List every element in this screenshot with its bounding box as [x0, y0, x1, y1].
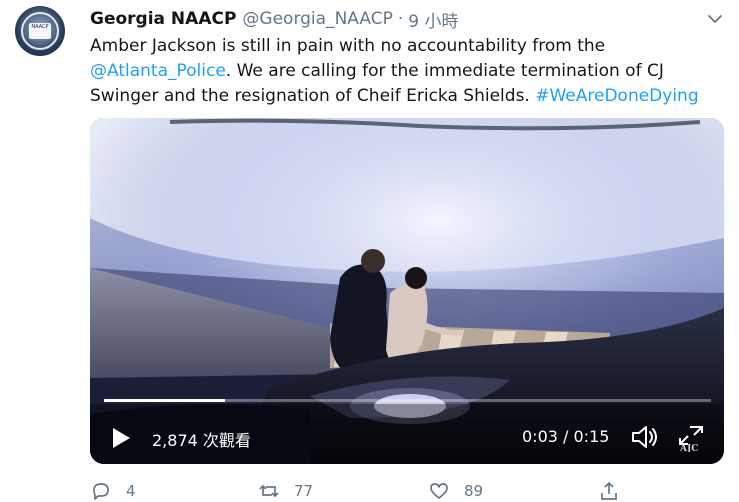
tweet-actions: 4 77 89 — [0, 478, 739, 500]
like-count: 89 — [464, 482, 484, 500]
tweet-text-part-3: Swinger and the resignation of Cheif Eri… — [90, 86, 536, 106]
reply-count: 4 — [126, 482, 136, 500]
retweet-count: 77 — [294, 482, 314, 500]
separator-dot: · — [397, 9, 404, 29]
tweet-text-part-1: is still in pain with no accountability … — [216, 36, 606, 56]
svg-text:AJC: AJC — [679, 444, 698, 452]
chevron-down-icon[interactable] — [706, 10, 724, 28]
avatar-seal-logo: NAACP — [29, 23, 51, 39]
tweet-text: Amber Jackson is still in pain with no a… — [90, 34, 730, 109]
ajc-watermark-logo: AJC — [679, 426, 703, 452]
tweet-line-2: @Atlanta_Police. We are calling for the … — [90, 59, 730, 84]
video-frame — [90, 118, 724, 464]
user-handle[interactable]: @Georgia_NAACP — [242, 9, 392, 29]
tweet-text-part-2: . We are calling for the immediate termi… — [225, 61, 664, 81]
video-timer: 0:03 / 0:15 — [522, 427, 610, 446]
play-icon[interactable] — [110, 426, 132, 450]
hashtag-link[interactable]: #WeAreDoneDying — [535, 86, 698, 106]
tweet-line-1: Amber Jackson is still in pain with no a… — [90, 34, 730, 59]
mention-atlanta-police[interactable]: @Atlanta_Police — [90, 61, 226, 81]
progress-fill — [104, 399, 226, 402]
avatar[interactable]: NAACP — [15, 6, 65, 56]
timestamp[interactable]: 9 小時 — [408, 7, 458, 32]
tweet[interactable]: NAACP Georgia NAACP @Georgia_NAACP · 9 小… — [0, 0, 739, 500]
video-player[interactable]: 2,874 次觀看 0:03 / 0:15 AJC — [90, 118, 724, 464]
progress-bar[interactable] — [104, 399, 711, 402]
tweet-line-3: Swinger and the resignation of Cheif Eri… — [90, 84, 730, 109]
volume-muted-icon[interactable] — [630, 424, 660, 450]
mention-amber-jackson[interactable]: Amber Jackson — [90, 36, 217, 56]
tweet-header: Georgia NAACP @Georgia_NAACP · 9 小時 — [90, 7, 459, 32]
display-name[interactable]: Georgia NAACP — [90, 9, 236, 29]
view-count: 2,874 次觀看 — [152, 431, 251, 450]
